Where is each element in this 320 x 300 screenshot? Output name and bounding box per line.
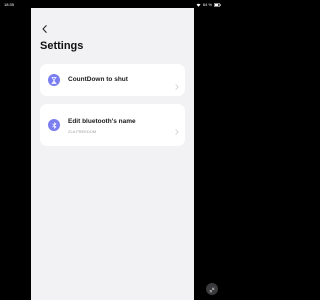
status-time: 18:35 xyxy=(4,2,15,7)
chevron-left-icon xyxy=(42,20,47,38)
status-bar: 18:35 64 % xyxy=(0,0,225,8)
settings-sheet: Settings CountDown to shut Edit bluetoot… xyxy=(31,8,194,300)
battery-percent: 64 % xyxy=(202,2,212,7)
edit-bluetooth-name-label: Edit bluetooth's name xyxy=(68,118,136,125)
edit-bluetooth-name-item[interactable]: Edit bluetooth's name ZLA FREEDOM xyxy=(40,104,185,146)
bluetooth-name-value: ZLA FREEDOM xyxy=(68,129,97,134)
hourglass-icon xyxy=(48,74,60,86)
bluetooth-icon xyxy=(48,119,60,131)
back-button[interactable] xyxy=(39,23,49,35)
wifi-icon xyxy=(196,3,201,7)
chevron-right-icon xyxy=(175,77,179,90)
page-title: Settings xyxy=(40,40,84,52)
countdown-item[interactable]: CountDown to shut xyxy=(40,64,185,96)
collapse-icon xyxy=(209,280,215,298)
countdown-label: CountDown to shut xyxy=(68,76,128,83)
assistive-touch-button[interactable] xyxy=(206,283,218,295)
chevron-right-icon xyxy=(175,122,179,135)
status-indicators: 64 % xyxy=(196,2,221,7)
battery-icon xyxy=(214,2,221,7)
